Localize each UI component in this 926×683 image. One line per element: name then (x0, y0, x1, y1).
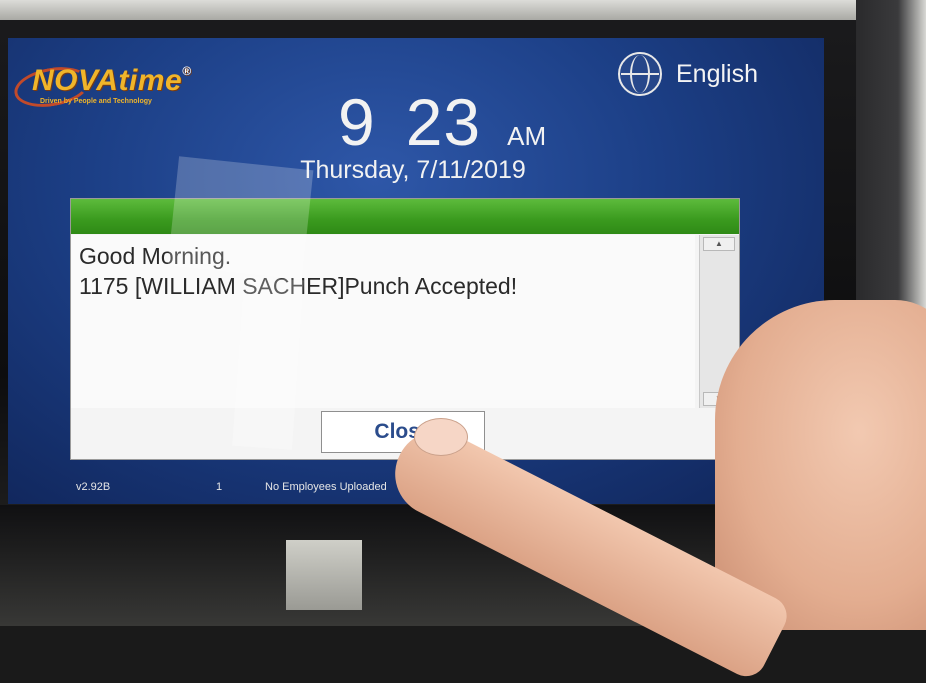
punch-status: Punch Accepted! (344, 273, 518, 299)
scroll-up-icon[interactable]: ▲ (703, 237, 735, 251)
upload-count: 1 (216, 481, 223, 493)
language-selector[interactable]: English (618, 52, 758, 96)
background-wall (0, 0, 926, 20)
clock: 9 23 AM (338, 84, 546, 160)
employee-name: [WILLIAM SACHER] (134, 273, 345, 299)
logo-tagline: Driven by People and Technology (40, 98, 152, 105)
novatime-logo: NOVAtime® Driven by People and Technolog… (11, 60, 214, 113)
user-hand (715, 300, 926, 630)
globe-icon[interactable] (618, 52, 662, 96)
punch-dialog: Good Morning. 1175 [WILLIAM SACHER]Punch… (70, 198, 740, 460)
language-label[interactable]: English (676, 60, 758, 89)
dialog-header-bar (71, 199, 739, 234)
date-display: Thursday, 7/11/2019 (300, 156, 526, 184)
clock-minute: 23 (405, 85, 482, 159)
upload-status: No Employees Uploaded (265, 481, 387, 493)
employee-id: 1175 (79, 273, 129, 299)
logo-registered-mark: ® (182, 64, 192, 78)
clock-hour: 9 (338, 85, 376, 159)
dialog-message: Good Morning. 1175 [WILLIAM SACHER]Punch… (71, 235, 695, 408)
version-label: v2.92B (76, 481, 111, 493)
clock-ampm: AM (507, 121, 547, 151)
device-slot (286, 540, 362, 610)
punch-result-line: 1175 [WILLIAM SACHER]Punch Accepted! (79, 271, 687, 301)
greeting-text: Good Morning. (79, 243, 232, 269)
fingernail (414, 418, 468, 456)
logo-text: NOVAtime (32, 64, 183, 97)
